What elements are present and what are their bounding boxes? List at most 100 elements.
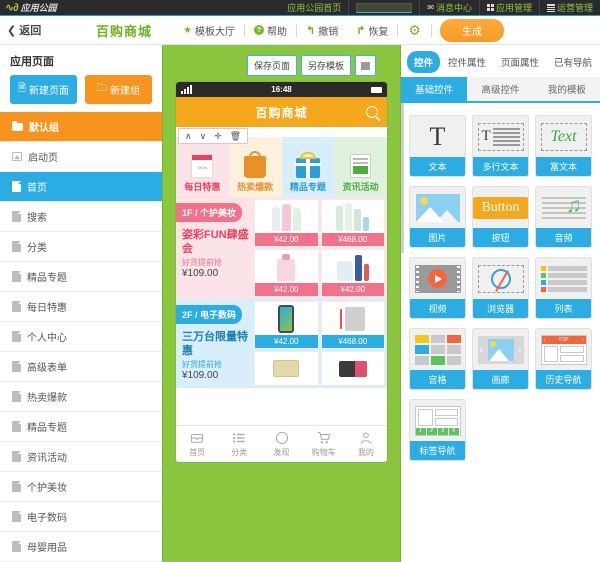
topbar-search[interactable] [348,0,419,15]
search-icon[interactable] [366,106,378,118]
move-up-icon[interactable]: ∧ [181,130,196,142]
panel-tab-0[interactable]: 控件 [407,51,441,73]
button-icon: Button [473,187,528,228]
element-edit-toolbar[interactable]: ∧ ∨ ✛ 🗑 [178,128,249,144]
tabbar-item-4[interactable]: 我的 [345,431,387,458]
widget-1[interactable]: T 多行文本 [472,115,529,177]
sidebar-item-3[interactable]: 搜索 [0,201,162,231]
sidebar-item-label: 启动页 [28,153,58,164]
topbar-item-messages[interactable]: ✉ 消息中心 [419,0,479,15]
doc-icon [12,181,21,192]
new-group-button[interactable]: 🗀 新建组 [85,75,152,104]
audio-icon: ♫ [536,187,591,228]
quick-nav-item-1[interactable]: 热卖爆款 [228,137,282,197]
widget-8[interactable]: 列表 [535,257,592,319]
sidebar-item-1[interactable]: 启动页 [0,141,162,171]
widget-12[interactable]: 1 2 3 4 标签导航 [409,399,466,461]
widget-0[interactable]: T 文本 [409,115,466,177]
preview-button[interactable] [355,55,377,76]
search-input[interactable] [356,2,413,13]
widget-3[interactable]: 图片 [409,186,466,248]
widget-9[interactable]: 宫格 [409,328,466,390]
generate-button[interactable]: 生成 [439,18,504,42]
panel-subtab-1[interactable]: 高级控件 [467,77,534,101]
grid-icon [486,4,494,11]
topbar-item-home[interactable]: 应用公园首页 [280,0,348,15]
brand-logo[interactable]: ∿∂ 应用公园 [0,1,57,14]
sidebar-item-5[interactable]: 精品专题 [0,261,162,291]
product-card[interactable]: ¥42.00 [254,301,319,349]
sidebar-item-9[interactable]: 热卖爆款 [0,381,162,411]
topbar-item-messages-label: 消息中心 [435,3,472,13]
widget-11[interactable]: ‹ TOP › 历史导航 [535,328,592,390]
new-page-button[interactable]: 🗎 新建页面 [10,75,77,104]
product-card[interactable] [254,351,319,386]
topbar-item-app-manage[interactable]: 应用管理 [478,0,539,15]
tabbar-item-1[interactable]: 分类 [218,431,260,458]
panel-subtab-0[interactable]: 基础控件 [401,77,468,101]
sidebar-actions: 🗎 新建页面 🗀 新建组 [0,75,162,112]
gear-icon[interactable]: ⚙ [398,22,431,39]
sidebar-item-11[interactable]: 资讯活动 [0,441,162,471]
product-card[interactable]: ¥468.00 [320,301,385,349]
move-down-icon[interactable]: ∨ [196,130,211,142]
quick-nav-row[interactable]: ∧ ∨ ✛ 🗑 MON 每日特惠 热卖爆款 精品专题 资讯活动 [176,128,387,197]
sidebar-item-6[interactable]: 每日特惠 [0,291,162,321]
product-card[interactable] [320,351,385,386]
tabbar-item-2[interactable]: 发现 [260,431,302,458]
template-hall-button[interactable]: ★ 模板大厅 [174,23,244,38]
tabbar-label: 首页 [189,447,206,457]
product-card[interactable]: ¥468.00 [320,199,385,247]
sidebar-item-4[interactable]: 分类 [0,231,162,261]
widget-label: 画廊 [473,370,528,389]
floor-price: ¥109.00 [182,369,219,381]
sidebar-item-10[interactable]: 精品专题 [0,411,162,441]
sidebar-item-14[interactable]: 母婴用品 [0,531,162,561]
panel-subtab-2[interactable]: 我的模板 [533,77,600,101]
widget-5[interactable]: ♫ 音频 [535,186,592,248]
sidebar-item-8[interactable]: 高级表单 [0,351,162,381]
tabbar-item-3[interactable]: 购物车 [303,431,345,458]
panel-tab-3[interactable]: 已有导航 [547,51,599,73]
help-label: 帮助 [266,26,287,38]
save-page-button[interactable]: 保存页面 [246,55,297,76]
add-icon[interactable]: ✛ [210,130,226,142]
editor-toolbar: ❮ 返回 百购商城 ★ 模板大厅 ? 帮助 ↰ 撤销 ↱ 恢复 ⚙ 生成 [0,16,600,45]
topbar-item-ops-manage[interactable]: 运营管理 [538,0,600,15]
text-icon: T [429,121,446,151]
widget-4[interactable]: Button 按钮 [472,186,529,248]
sidebar-item-7[interactable]: 个人中心 [0,321,162,351]
widget-2[interactable]: Text 富文本 [535,115,592,177]
sidebar-item-0[interactable]: 默认组 [0,112,162,141]
product-card[interactable]: ¥42.00 [320,249,385,297]
product-price: ¥42.00 [255,233,318,246]
tabbar-item-0[interactable]: 首页 [176,431,218,458]
widget-10[interactable]: ‹ › 画廊 [472,328,529,390]
category-icon [232,431,246,445]
global-topbar: ∿∂ 应用公园 应用公园首页 ✉ 消息中心 应用管理 运营管理 [0,0,600,16]
news-icon [348,152,374,178]
product-card[interactable]: ¥42.00 [254,199,319,247]
panel-tab-1[interactable]: 控件属性 [441,51,493,73]
floor-section-1[interactable]: 2F / 电子数码 三万台限量特惠 好货提前抢 ¥109.00 ¥42.00 ¥468.0… [176,299,387,388]
help-button[interactable]: ? 帮助 [245,23,296,38]
quick-nav-item-3[interactable]: 资讯活动 [334,137,387,197]
grid-icon [410,329,465,370]
widget-7[interactable]: 浏览器 [472,257,529,319]
undo-button[interactable]: ↰ 撤销 [297,23,347,38]
widget-6[interactable]: 视频 [409,257,466,319]
sidebar-item-12[interactable]: 个护美妆 [0,471,162,501]
scrollbar[interactable] [401,103,404,253]
redo-button[interactable]: ↱ 恢复 [347,23,397,38]
product-card[interactable]: ¥42.00 [254,249,319,297]
save-template-button[interactable]: 另存模板 [301,55,352,76]
status-time: 16:48 [271,85,292,94]
delete-icon[interactable]: 🗑 [226,130,245,142]
floor-section-0[interactable]: 1F / 个护美妆 姿彩FUN肆盛会 好货提前抢 ¥109.00 ¥42.00 ¥468.… [176,197,387,299]
sidebar-item-13[interactable]: 电子数码 [0,501,162,531]
quick-nav-item-0[interactable]: MON 每日特惠 [176,137,229,197]
sidebar-item-2[interactable]: 首页 [0,171,162,201]
panel-tabs: 控件 控件属性 页面属性 已有导航 [401,45,600,77]
panel-tab-2[interactable]: 页面属性 [494,51,546,73]
quick-nav-item-2[interactable]: 精品专题 [281,137,335,197]
